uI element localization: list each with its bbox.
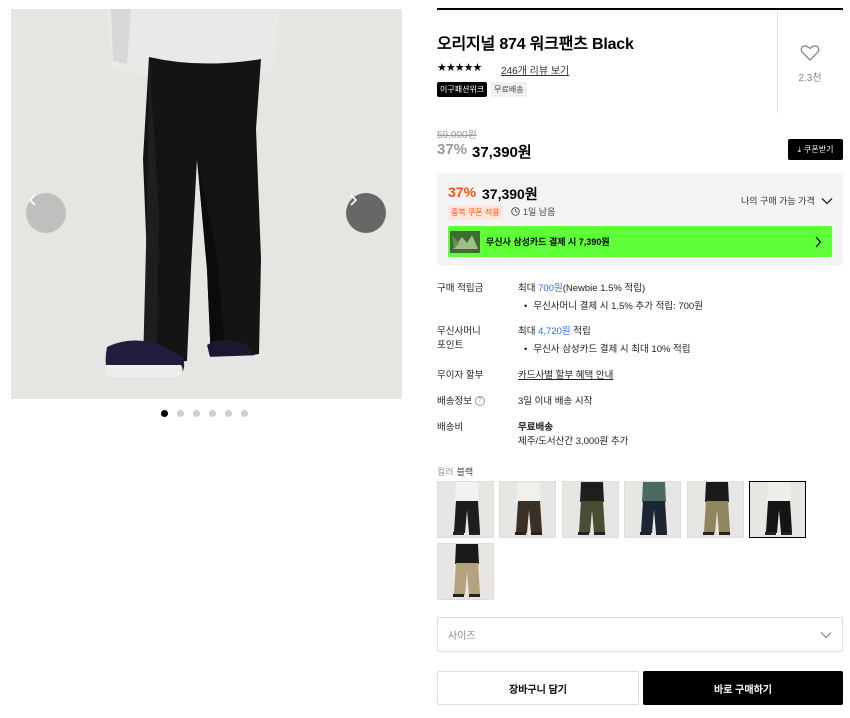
sale-price: 37,390원	[472, 144, 532, 161]
gallery-dot[interactable]	[161, 410, 168, 417]
shipping-fee-value: 무료배송 제주/도서산간 3,000원 추가	[518, 421, 838, 449]
shipping-fee-main: 무료배송	[518, 422, 553, 433]
rating-stars: ★★★★★	[437, 62, 482, 74]
top-divider	[437, 8, 843, 10]
clock-icon	[511, 207, 520, 216]
my-price-toggle-label: 나의 구매 가능 가격	[741, 196, 815, 206]
discount-percent: 37%	[437, 141, 468, 158]
coupon-button-label: 쿠폰받기	[804, 145, 834, 154]
swatch-thumbnail	[750, 482, 805, 537]
color-swatch-khaki[interactable]	[686, 481, 744, 538]
my-price-box: 37% 37,390원 중복 쿠폰 적용 1일 남음 나의 구매 가능 가격 무…	[437, 173, 843, 266]
original-price: 59,000원	[437, 130, 477, 141]
color-swatch-black-top-brown-pants[interactable]	[499, 481, 557, 538]
heart-icon	[800, 45, 820, 61]
coupon-download-button[interactable]: ⤓ 쿠폰받기	[788, 139, 843, 160]
card-promo-banner[interactable]: 무신사 삼성카드 결제 시 7,390원	[448, 226, 832, 257]
money-points-prefix: 최대	[518, 326, 539, 337]
time-left: 1일 남음	[511, 205, 555, 218]
like-count: 2.3천	[798, 73, 822, 84]
product-photo	[11, 9, 402, 399]
shipping-value: 3일 이내 배송 시작	[518, 396, 593, 407]
shipping-label: 배송정보?	[437, 395, 507, 409]
points-label: 구매 적립금	[437, 283, 484, 294]
installment-link-wrap: 카드사별 할부 혜택 안내	[518, 369, 838, 383]
swatch-thumbnail	[500, 482, 556, 537]
shipping-label-text: 배송정보	[437, 396, 472, 407]
card-promo-text: 무신사 삼성카드 결제 시 7,390원	[486, 237, 610, 247]
money-points-amount: 4,720원	[538, 326, 571, 337]
swatch-thumbnail	[687, 482, 743, 537]
coupon-tag: 중복 쿠폰 적용	[448, 205, 503, 220]
gallery-dot[interactable]	[193, 410, 200, 417]
money-points-label-line2: 포인트	[437, 340, 464, 351]
chevron-right-icon	[815, 236, 822, 247]
points-amount: 700원	[538, 283, 563, 294]
download-icon: ⤓	[797, 144, 802, 154]
installment-label: 무이자 할부	[437, 370, 484, 381]
gallery-dot[interactable]	[241, 410, 248, 417]
vertical-divider	[777, 10, 778, 113]
color-option-label: 컬러 블랙	[437, 465, 473, 478]
my-discount-percent: 37%	[448, 184, 477, 200]
gallery-next-button[interactable]	[346, 193, 386, 233]
color-swatch-black[interactable]	[749, 481, 806, 538]
buy-now-button[interactable]: 바로 구매하기	[643, 671, 843, 705]
chevron-down-icon	[820, 631, 832, 638]
money-points-label-line1: 무신사머니	[437, 326, 481, 337]
add-to-cart-button[interactable]: 장바구니 담기	[437, 671, 639, 705]
swatch-thumbnail	[438, 544, 493, 599]
points-value: 최대 700원(Newbie 1.5% 적립) 무신사머니 결제 시 1.5% …	[518, 282, 838, 314]
like-button[interactable]: 2.3천	[790, 44, 830, 84]
points-sub: 무신사머니 결제 시 1.5% 추가 적립: 700원	[518, 300, 838, 314]
color-swatch-navy[interactable]	[624, 481, 682, 538]
installment-link[interactable]: 카드사별 할부 혜택 안내	[518, 370, 613, 381]
gallery-dot[interactable]	[209, 410, 216, 417]
money-points-sub: 무신사 삼성카드 결제 시 최대 10% 적립	[518, 343, 838, 357]
chevron-down-icon	[821, 197, 833, 204]
product-image-gallery[interactable]	[11, 9, 402, 399]
card-image-icon	[450, 230, 480, 253]
gallery-prev-button[interactable]	[26, 193, 66, 233]
help-icon[interactable]: ?	[474, 396, 485, 407]
time-left-label: 1일 남음	[523, 207, 556, 217]
size-select[interactable]: 사이즈	[437, 617, 843, 652]
money-points-label: 무신사머니 포인트	[437, 325, 507, 353]
product-page: 오리지널 874 워크팬츠 Black ★★★★★ 246개 리뷰 보기 이구패…	[0, 0, 850, 718]
product-badges: 이구패션위크 무료배송	[437, 82, 527, 97]
gallery-pagination	[161, 410, 248, 417]
points-suffix: (Newbie 1.5% 적립)	[562, 283, 646, 294]
size-placeholder: 사이즈	[448, 631, 476, 642]
color-value: 블랙	[456, 467, 474, 477]
points-prefix: 최대	[518, 283, 539, 294]
color-swatch-beige[interactable]	[437, 543, 494, 600]
money-points-value: 최대 4,720원 적립 무신사 삼성카드 결제 시 최대 10% 적립	[518, 325, 838, 357]
product-title: 오리지널 874 워크팬츠 Black	[437, 36, 634, 53]
my-price-toggle[interactable]: 나의 구매 가능 가격	[741, 194, 833, 207]
gallery-dot[interactable]	[177, 410, 184, 417]
my-price: 37,390원	[482, 186, 538, 202]
shipping-fee-label: 배송비	[437, 422, 464, 433]
gallery-dot[interactable]	[225, 410, 232, 417]
swatch-thumbnail	[625, 482, 681, 537]
review-link[interactable]: 246개 리뷰 보기	[501, 62, 569, 77]
free-shipping-badge: 무료배송	[491, 82, 527, 97]
money-points-suffix: 적립	[570, 326, 591, 337]
chevron-left-icon	[28, 194, 36, 206]
event-badge: 이구패션위크	[437, 82, 488, 97]
swatch-thumbnail	[438, 482, 493, 537]
color-label-text: 컬러	[437, 467, 454, 477]
swatch-thumbnail	[562, 482, 618, 537]
chevron-right-icon	[350, 194, 358, 206]
shipping-fee-sub: 제주/도서산간 3,000원 추가	[518, 436, 629, 447]
color-swatch-olive[interactable]	[561, 481, 619, 538]
color-swatch-white-top-black-pants[interactable]	[437, 481, 494, 538]
